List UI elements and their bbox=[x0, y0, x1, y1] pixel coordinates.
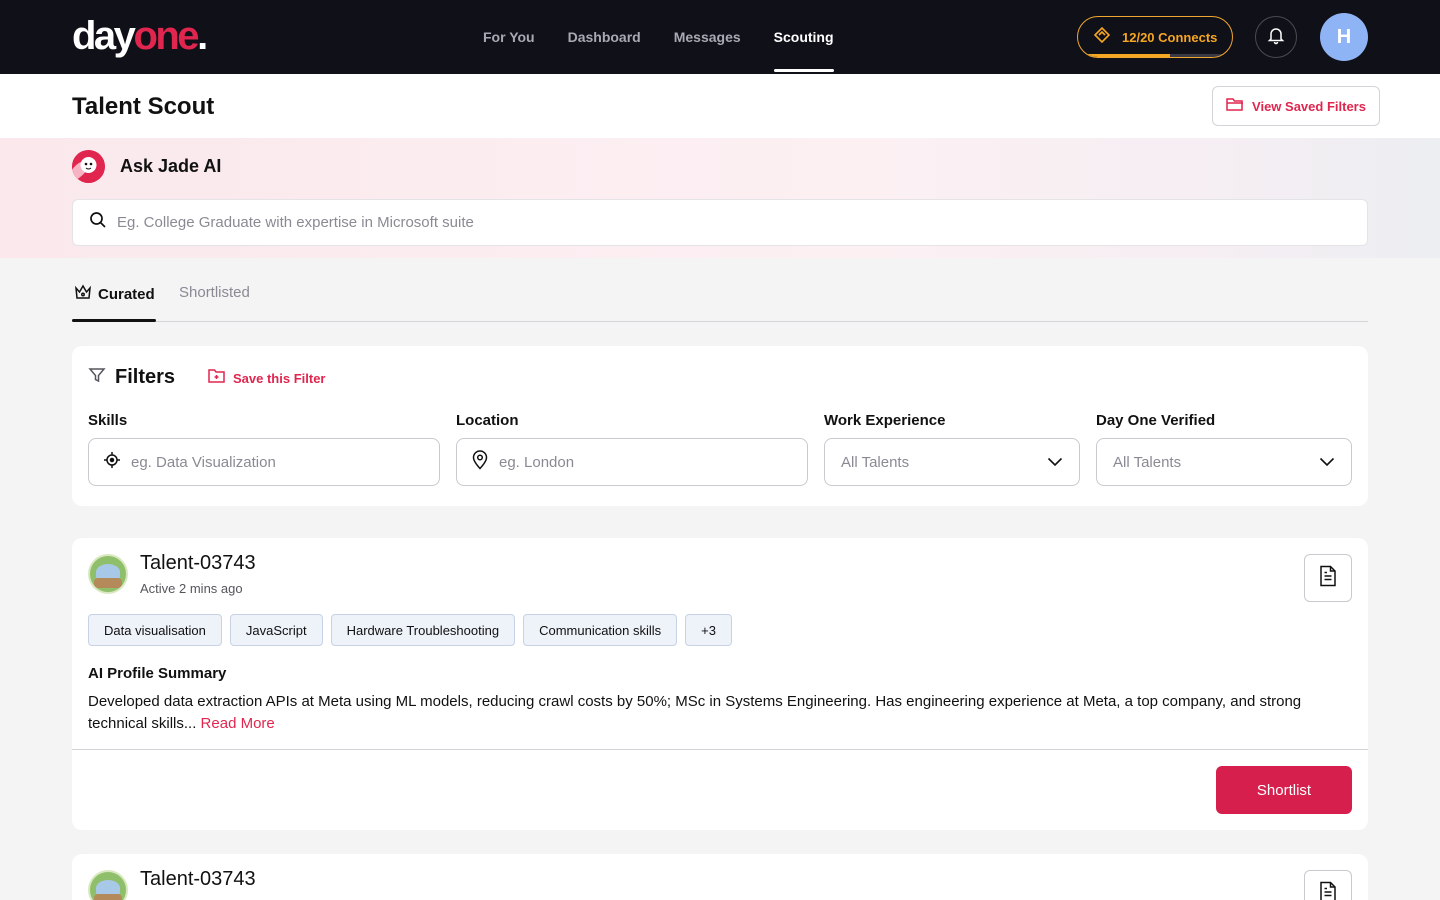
talent-name: Talent-03743 bbox=[140, 868, 256, 890]
shortlist-button[interactable]: Shortlist bbox=[1216, 766, 1352, 814]
talent-avatar bbox=[88, 870, 128, 900]
skill-chip: Communication skills bbox=[523, 614, 678, 646]
main-nav: For You Dashboard Messages Scouting bbox=[483, 0, 867, 74]
ai-summary-text: Developed data extraction APIs at Meta u… bbox=[88, 693, 1302, 732]
skills-label: Skills bbox=[88, 412, 128, 429]
location-filter: Location bbox=[456, 412, 808, 486]
nav-messages[interactable]: Messages bbox=[674, 0, 741, 74]
connects-label: 12/20 Connects bbox=[1122, 29, 1218, 45]
talent-active-status: Active 2 mins ago bbox=[140, 581, 243, 596]
ai-summary-title: AI Profile Summary bbox=[88, 665, 227, 682]
talent-tabs: Curated Shortlisted bbox=[72, 258, 1368, 322]
ticket-icon bbox=[1092, 25, 1112, 50]
notifications-button[interactable] bbox=[1255, 16, 1297, 58]
tab-curated[interactable]: Curated bbox=[74, 284, 155, 304]
jade-ai-icon bbox=[72, 150, 105, 183]
day-one-verified-label: Day One Verified bbox=[1096, 412, 1216, 429]
filters-panel: Filters Save this Filter Skills Location bbox=[72, 346, 1368, 506]
filters-title: Filters bbox=[115, 366, 176, 388]
skill-chip: JavaScript bbox=[229, 614, 323, 646]
location-field bbox=[456, 438, 808, 486]
day-one-verified-select[interactable]: All Talents bbox=[1096, 438, 1352, 486]
chevron-down-icon bbox=[1047, 454, 1063, 471]
page-title: Talent Scout bbox=[72, 93, 215, 120]
nav-scouting[interactable]: Scouting bbox=[773, 0, 834, 74]
jade-title: Ask Jade AI bbox=[120, 156, 222, 176]
folder-icon bbox=[1226, 96, 1244, 117]
work-experience-filter: Work Experience All Talents bbox=[824, 412, 1080, 486]
crown-icon bbox=[74, 284, 92, 304]
skills-input[interactable] bbox=[131, 453, 391, 471]
connects-button[interactable]: 12/20 Connects bbox=[1077, 16, 1233, 58]
jade-search-box bbox=[72, 199, 1368, 246]
map-pin-icon bbox=[471, 449, 489, 475]
talent-card: Talent-03743 bbox=[72, 854, 1368, 900]
card-divider bbox=[72, 749, 1368, 750]
work-experience-label: Work Experience bbox=[824, 412, 946, 429]
location-label: Location bbox=[456, 412, 519, 429]
chevron-down-icon bbox=[1319, 454, 1335, 471]
skill-chip: Hardware Troubleshooting bbox=[330, 614, 516, 646]
skill-chip: Data visualisation bbox=[88, 614, 222, 646]
jade-search-input[interactable] bbox=[117, 214, 1317, 231]
document-icon bbox=[1318, 881, 1338, 900]
talent-name: Talent-03743 bbox=[140, 552, 256, 574]
skills-field bbox=[88, 438, 440, 486]
skills-filter: Skills bbox=[88, 412, 440, 486]
location-input[interactable] bbox=[499, 453, 759, 471]
view-resume-button[interactable] bbox=[1304, 554, 1352, 602]
top-navbar: dayone. For You Dashboard Messages Scout… bbox=[0, 0, 1440, 74]
target-icon bbox=[103, 451, 121, 474]
talent-card: Talent-03743 Active 2 mins ago Data visu… bbox=[72, 538, 1368, 830]
view-saved-filters-button[interactable]: View Saved Filters bbox=[1212, 86, 1380, 126]
nav-dashboard[interactable]: Dashboard bbox=[568, 0, 641, 74]
user-avatar[interactable]: H bbox=[1320, 13, 1368, 61]
filter-icon bbox=[88, 366, 106, 389]
connects-progress bbox=[1078, 54, 1232, 57]
bell-icon bbox=[1266, 25, 1286, 50]
folder-plus-icon bbox=[208, 368, 225, 388]
active-tab-indicator bbox=[72, 319, 156, 322]
ask-jade-section: Ask Jade AI bbox=[0, 138, 1440, 258]
document-icon bbox=[1318, 565, 1338, 592]
work-experience-select[interactable]: All Talents bbox=[824, 438, 1080, 486]
save-filter-button[interactable]: Save this Filter bbox=[208, 368, 325, 388]
search-icon bbox=[89, 211, 107, 234]
view-resume-button[interactable] bbox=[1304, 870, 1352, 900]
tab-shortlisted[interactable]: Shortlisted bbox=[179, 284, 250, 301]
more-skills-chip[interactable]: +3 bbox=[685, 614, 732, 646]
read-more-link[interactable]: Read More bbox=[201, 715, 275, 732]
skill-chips: Data visualisation JavaScript Hardware T… bbox=[88, 614, 740, 646]
talent-avatar bbox=[88, 554, 128, 594]
day-one-verified-filter: Day One Verified All Talents bbox=[1096, 412, 1352, 486]
page-header: Talent Scout View Saved Filters bbox=[0, 74, 1440, 138]
nav-for-you[interactable]: For You bbox=[483, 0, 535, 74]
dayone-logo[interactable]: dayone. bbox=[72, 14, 208, 58]
